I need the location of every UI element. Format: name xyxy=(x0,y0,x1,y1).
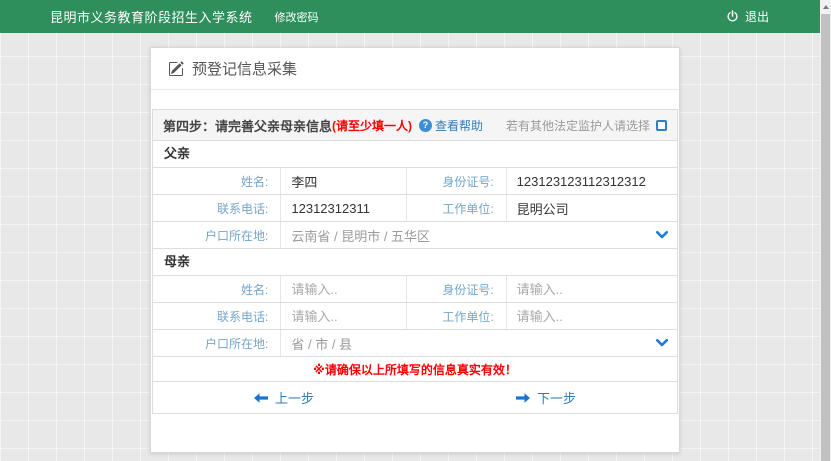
next-step-label: 下一步 xyxy=(537,388,576,407)
other-guardian-option: 若有其他法定监护人请选择 xyxy=(506,117,667,134)
chevron-down-icon[interactable] xyxy=(656,339,668,347)
main-card: 预登记信息采集 第四步：请完善父亲母亲信息 (请至少填一人) ? 查看帮助 若有… xyxy=(150,47,680,453)
father-region-label: 户口所在地: xyxy=(153,222,281,248)
card-title-bar: 预登记信息采集 xyxy=(151,48,679,90)
mother-phone-input[interactable] xyxy=(281,309,406,324)
logout-label: 退出 xyxy=(745,8,769,25)
father-phone-input[interactable] xyxy=(281,201,406,216)
section-title-father: 父亲 xyxy=(153,141,677,168)
step-hint: (请至少填一人) xyxy=(332,117,412,134)
mother-phone-label: 联系电话: xyxy=(153,303,281,329)
father-workplace-label: 工作单位: xyxy=(407,195,507,221)
logout-button[interactable]: 退出 xyxy=(726,8,769,25)
section-title-mother: 母亲 xyxy=(153,249,677,276)
mother-id-input[interactable] xyxy=(507,282,677,297)
mother-region-select[interactable]: 省 / 市 / 县 xyxy=(281,330,677,356)
question-mark-icon: ? xyxy=(419,119,432,132)
mother-row-phone-work: 联系电话: 工作单位: xyxy=(153,303,677,330)
scrollbar[interactable] xyxy=(820,0,831,461)
arrow-right-icon xyxy=(516,393,530,403)
form-nav: 上一步 下一步 xyxy=(153,382,677,413)
mother-name-label: 姓名: xyxy=(153,276,281,302)
page: { "header": { "title": "昆明市义务教育阶段招生入学系统"… xyxy=(0,0,831,461)
edit-pencil-square-icon xyxy=(168,61,184,77)
scrollbar-up-arrow-icon[interactable] xyxy=(820,0,831,13)
arrow-left-icon xyxy=(254,393,268,403)
form-panel: 第四步：请完善父亲母亲信息 (请至少填一人) ? 查看帮助 若有其他法定监护人请… xyxy=(152,109,678,414)
step-header: 第四步：请完善父亲母亲信息 (请至少填一人) ? 查看帮助 若有其他法定监护人请… xyxy=(153,110,677,141)
app-title: 昆明市义务教育阶段招生入学系统 xyxy=(50,7,253,26)
father-id-input[interactable] xyxy=(507,174,677,189)
next-step-button[interactable]: 下一步 xyxy=(415,382,677,413)
father-region-value: 云南省 / 昆明市 / 五华区 xyxy=(291,226,430,245)
mother-region-value: 省 / 市 / 县 xyxy=(291,334,352,353)
father-id-label: 身份证号: xyxy=(407,168,507,194)
prev-step-button[interactable]: 上一步 xyxy=(153,382,415,413)
mother-id-label: 身份证号: xyxy=(407,276,507,302)
mother-region-label: 户口所在地: xyxy=(153,330,281,356)
mother-row-region: 户口所在地: 省 / 市 / 县 xyxy=(153,330,677,357)
father-workplace-input[interactable] xyxy=(507,201,677,216)
father-name-label: 姓名: xyxy=(153,168,281,194)
chevron-down-icon[interactable] xyxy=(656,231,668,239)
father-region-select[interactable]: 云南省 / 昆明市 / 五华区 xyxy=(281,222,677,248)
app-header: 昆明市义务教育阶段招生入学系统 修改密码 退出 xyxy=(0,0,831,33)
change-password-link[interactable]: 修改密码 xyxy=(275,9,319,25)
mother-workplace-input[interactable] xyxy=(507,309,677,324)
prev-step-label: 上一步 xyxy=(275,388,314,407)
guardian-note-label: 若有其他法定监护人请选择 xyxy=(506,117,650,134)
page-title: 预登记信息采集 xyxy=(192,58,297,79)
father-row-phone-work: 联系电话: 工作单位: xyxy=(153,195,677,222)
scrollbar-thumb[interactable] xyxy=(821,14,830,461)
father-name-input[interactable] xyxy=(281,174,406,189)
step-title: 第四步：请完善父亲母亲信息 xyxy=(163,116,332,135)
guardian-checkbox[interactable] xyxy=(656,120,667,131)
mother-name-input[interactable] xyxy=(281,282,406,297)
view-help-link[interactable]: 查看帮助 xyxy=(435,117,483,134)
father-row-region: 户口所在地: 云南省 / 昆明市 / 五华区 xyxy=(153,222,677,249)
father-phone-label: 联系电话: xyxy=(153,195,281,221)
power-icon xyxy=(726,10,739,23)
mother-workplace-label: 工作单位: xyxy=(407,303,507,329)
father-row-name-id: 姓名: 身份证号: xyxy=(153,168,677,195)
form-warning: ※请确保以上所填写的信息真实有效！ xyxy=(153,357,677,382)
mother-row-name-id: 姓名: 身份证号: xyxy=(153,276,677,303)
